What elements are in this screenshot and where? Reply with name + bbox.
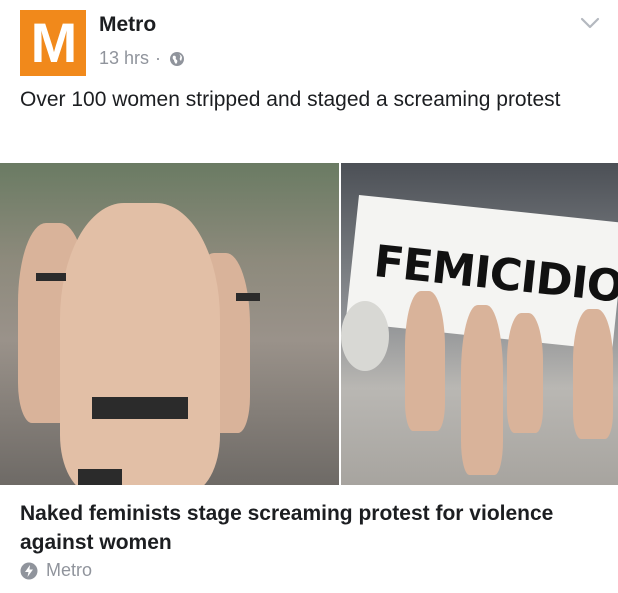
censor-bar [36, 273, 66, 281]
screaming-woman-figure [60, 203, 220, 485]
post-meta: 13 hrs · [99, 48, 185, 69]
protest-photo-left [0, 163, 339, 485]
meta-separator: · [155, 48, 162, 68]
censor-bar [78, 469, 122, 485]
link-source: Metro [20, 560, 92, 581]
chevron-down-icon[interactable] [580, 16, 600, 30]
post-timestamp[interactable]: 13 hrs [99, 48, 149, 69]
protester-figure [573, 309, 613, 439]
link-headline[interactable]: Naked feminists stage screaming protest … [20, 499, 580, 557]
link-preview-image[interactable]: FEMICIDIO ES [0, 163, 618, 485]
protester-figure [507, 313, 543, 433]
post-message: Over 100 women stripped and staged a scr… [20, 88, 561, 111]
feed-post: M Metro 13 hrs · Over 100 women stripped… [0, 0, 618, 593]
globe-icon [169, 51, 185, 67]
censor-bar [92, 397, 188, 419]
protest-photo-right: FEMICIDIO ES [341, 163, 618, 485]
megaphone [341, 301, 389, 371]
page-avatar[interactable]: M [20, 10, 86, 76]
post-header: M Metro 13 hrs · [0, 0, 618, 80]
protester-figure [405, 291, 445, 431]
instant-article-bolt-icon [20, 562, 38, 580]
metro-logo: M [30, 11, 78, 74]
link-source-name: Metro [46, 560, 93, 580]
protester-figure [461, 305, 503, 475]
page-name-link[interactable]: Metro [99, 13, 156, 37]
censor-bar [236, 293, 260, 301]
